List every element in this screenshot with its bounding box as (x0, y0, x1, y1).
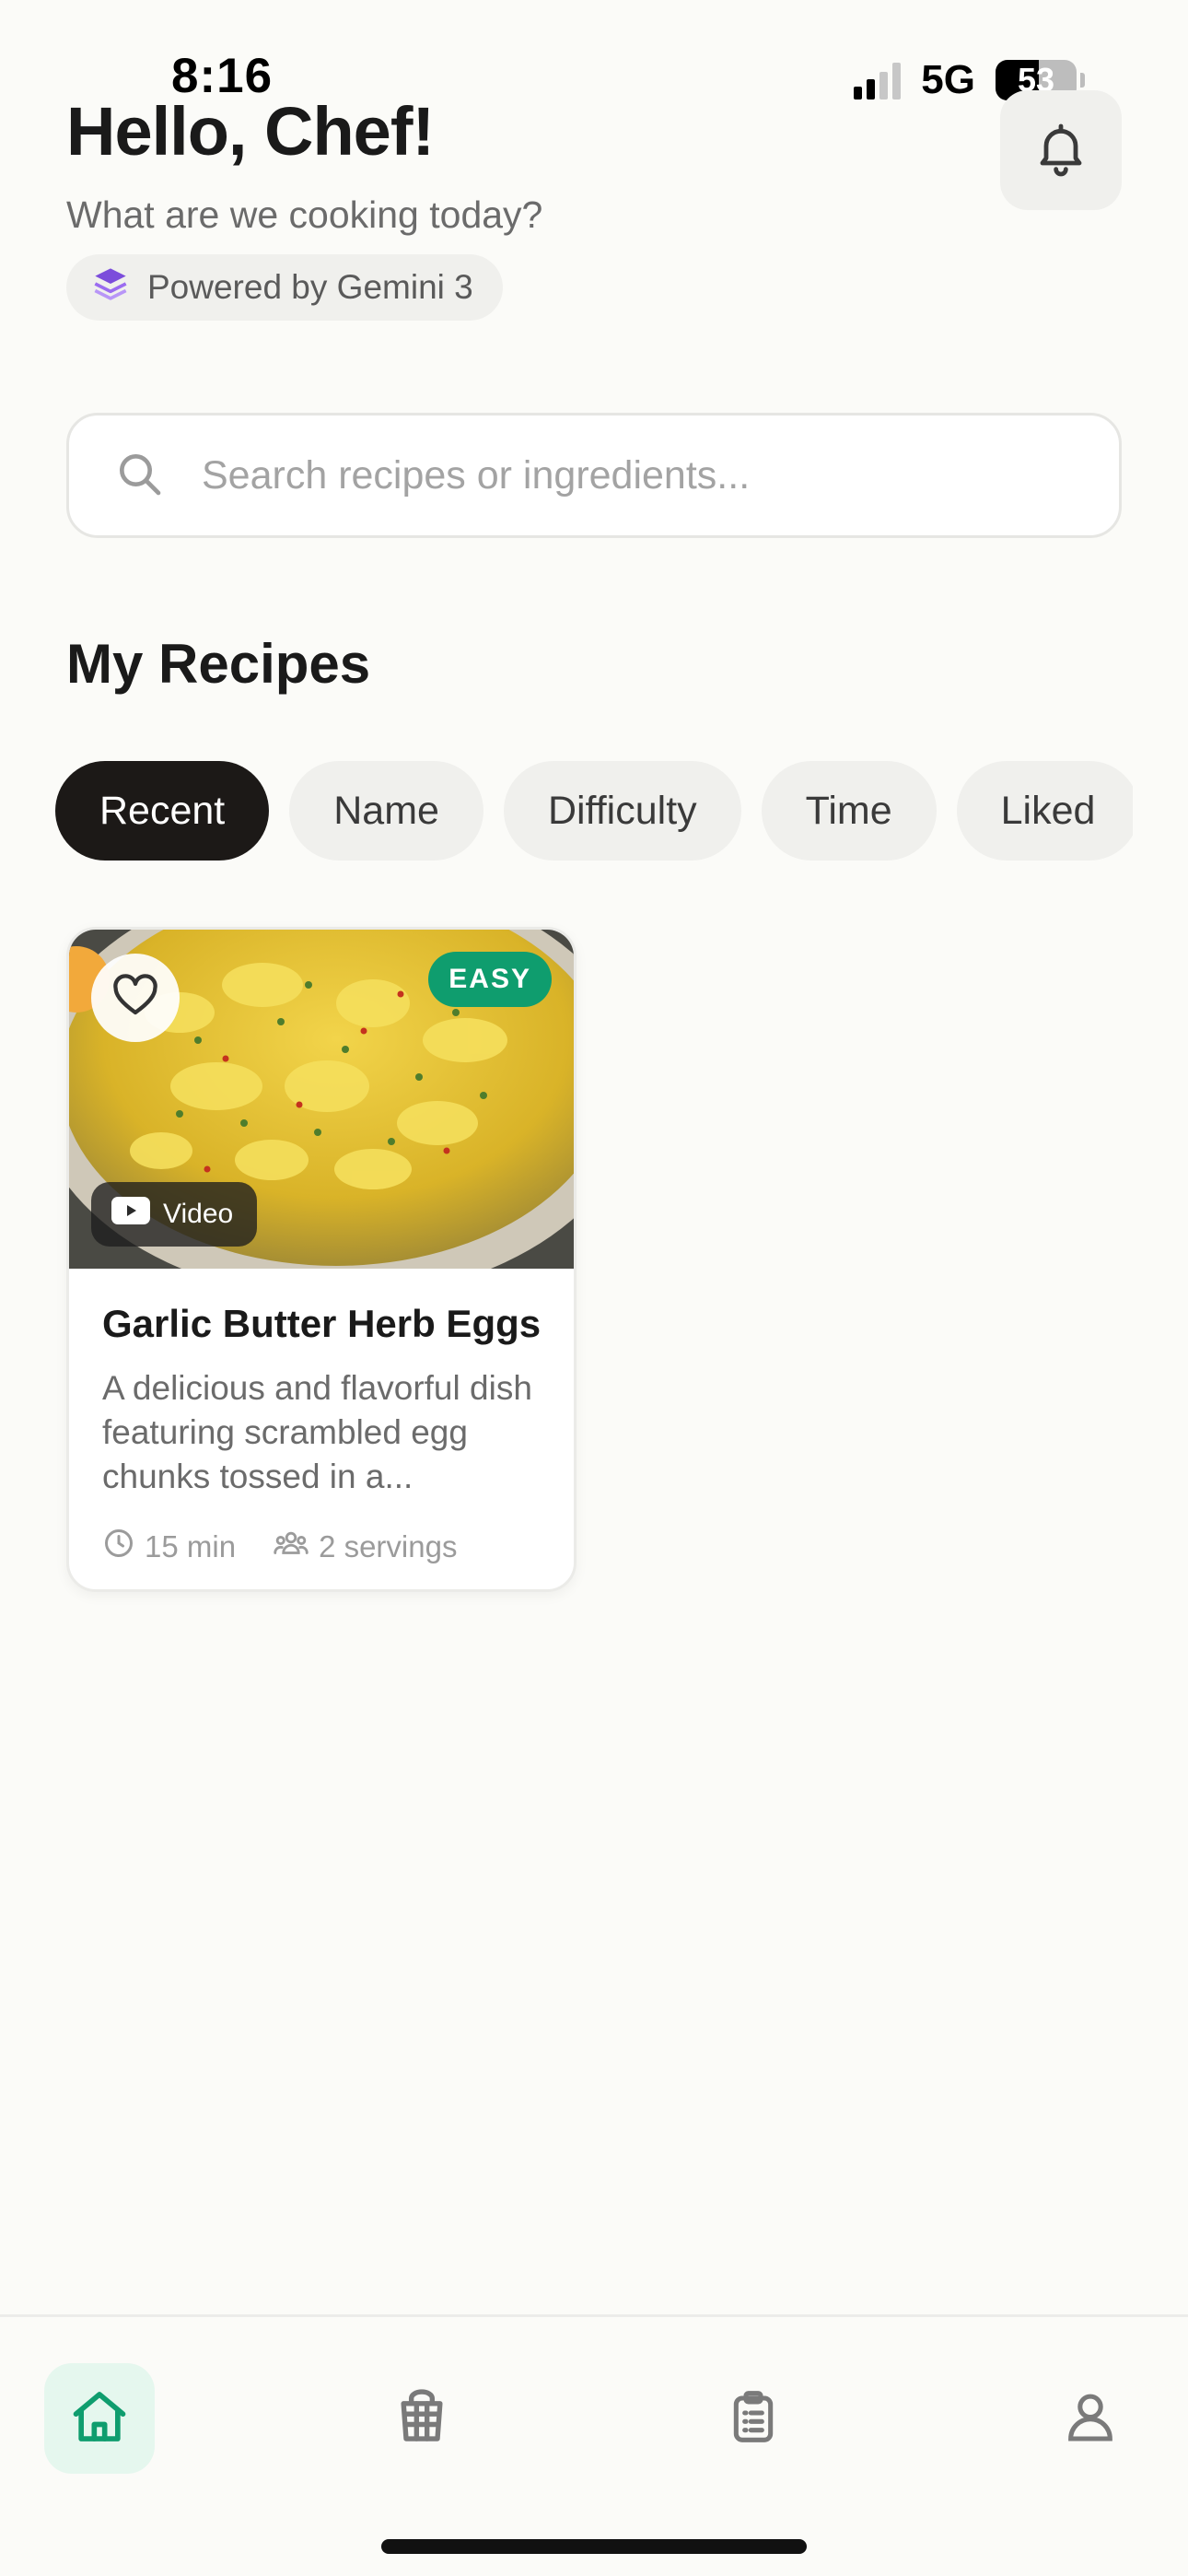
home-icon (68, 2385, 131, 2453)
video-badge[interactable]: Video (91, 1182, 258, 1247)
recipe-time: 15 min (102, 1527, 236, 1567)
recipe-card[interactable]: EASY Video Garlic Butter Herb Eggs A del… (66, 927, 577, 1592)
video-label: Video (163, 1199, 234, 1229)
profile-icon (1061, 2385, 1120, 2453)
layers-icon (92, 265, 129, 310)
people-icon (273, 1527, 309, 1567)
play-video-icon (111, 1197, 150, 1232)
greeting-subtitle: What are we cooking today? (66, 193, 543, 236)
sort-filter-chips: Recent Name Difficulty Time Liked (55, 761, 1133, 861)
recipe-title: Garlic Butter Herb Eggs (102, 1302, 542, 1345)
search-icon (113, 448, 165, 504)
chip-name[interactable]: Name (289, 761, 483, 861)
recipe-servings-label: 2 servings (319, 1529, 458, 1563)
my-recipes-heading: My Recipes (66, 633, 371, 695)
recipe-home-screen: 8:16 5G 53 Hello, Chef! What are we cook… (0, 0, 1188, 2576)
recipe-meta: 15 min 2 servings (102, 1527, 541, 1567)
difficulty-badge: EASY (428, 952, 552, 1007)
bottom-navigation (0, 2314, 1188, 2576)
bell-icon (1031, 119, 1090, 182)
nav-profile[interactable] (1035, 2363, 1146, 2474)
battery-tip (1080, 73, 1085, 88)
heart-outline-icon (111, 971, 160, 1025)
nav-recipes[interactable] (367, 2363, 477, 2474)
recipe-image: EASY Video (69, 930, 574, 1269)
recipe-time-label: 15 min (145, 1529, 237, 1563)
recipe-cart-icon (390, 2385, 453, 2453)
search-input[interactable] (202, 452, 1031, 498)
favorite-button[interactable] (91, 954, 180, 1042)
chip-difficulty[interactable]: Difficulty (503, 761, 741, 861)
recipe-description: A delicious and flavorful dish featuring… (102, 1369, 532, 1495)
powered-by-label: Powered by Gemini 3 (147, 268, 473, 306)
search-bar[interactable] (66, 413, 1122, 538)
powered-by-badge: Powered by Gemini 3 (66, 254, 503, 321)
greeting-title: Hello, Chef! (66, 93, 435, 170)
clock-icon (102, 1527, 135, 1567)
nav-meal-plan[interactable] (698, 2363, 809, 2474)
clipboard-list-icon (724, 2385, 783, 2453)
chip-time[interactable]: Time (761, 761, 937, 861)
chip-liked[interactable]: Liked (956, 761, 1133, 861)
recipe-servings: 2 servings (273, 1527, 457, 1567)
nav-home[interactable] (44, 2363, 155, 2474)
notifications-button[interactable] (1000, 90, 1122, 210)
home-indicator[interactable] (381, 2539, 807, 2554)
chip-recent[interactable]: Recent (55, 761, 270, 861)
network-type: 5G (921, 57, 975, 102)
signal-icon (854, 61, 902, 100)
